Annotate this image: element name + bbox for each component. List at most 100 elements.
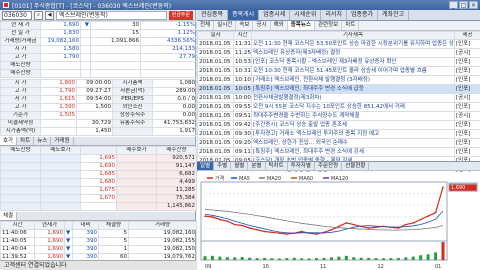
orderbook-row[interactable]: 1,680 4,499 xyxy=(0,178,197,187)
info-value: 09:27:27 xyxy=(76,87,113,96)
orderbook-cell xyxy=(116,186,157,195)
info-label: 저 가 xyxy=(0,95,41,104)
subtab-news-5[interactable]: 종목뉴스 xyxy=(287,21,315,30)
price-point xyxy=(286,233,288,235)
news-row[interactable]: 2018.01.05 11:31 오전 11:30 현재 코스닥은 53.50포인트… xyxy=(197,39,480,49)
price-point xyxy=(338,225,340,228)
orderbook-cell xyxy=(0,170,41,179)
orderbook-cell: 11,285 xyxy=(156,186,197,195)
news-title: [거래소] 엑스브레인, 전환사채 발행결정 (3자배정) xyxy=(251,75,455,85)
tab-chart-1[interactable]: 주별 xyxy=(214,162,232,170)
news-row[interactable]: 2018.01.05 10:00 전환사채권발행결정(제3회차) [공시] xyxy=(197,93,480,103)
quote-value xyxy=(80,61,91,70)
close-button[interactable]: × xyxy=(469,1,478,9)
subtab-news-7[interactable]: 차트 xyxy=(342,21,360,30)
trade-cell: 1,690 xyxy=(34,229,65,238)
subtab-news-1[interactable]: 실시간 xyxy=(214,21,237,30)
tab-orderbook-1[interactable]: 차트 xyxy=(17,137,35,145)
news-header: 일자 xyxy=(197,31,234,40)
info-row: 기준가 1,505 상장주식수 0.00 xyxy=(0,111,197,120)
news-title: [인포] 코스닥 종목시황 - 엑스브레인 제3자배정 유상증자 확인 xyxy=(251,57,455,67)
info-row: 저 가 1,615 09:54:00 PER/EPS 0.0 / 0 xyxy=(0,95,197,104)
price-point xyxy=(427,215,429,217)
info-value xyxy=(76,111,113,120)
tab-chart-7[interactable]: 선물현황 xyxy=(342,162,370,170)
info-label: PER/EPS xyxy=(112,95,153,104)
tab-right-0[interactable]: 관심종목 xyxy=(197,10,229,20)
quote-value: 4336.56% xyxy=(140,37,197,46)
news-row[interactable]: 2018.01.05 11:25 엑스브레인 유상증자(제3자배정) 결정 [공시] xyxy=(197,48,480,58)
subtab-news-2[interactable]: 속보 xyxy=(236,21,254,30)
news-row[interactable]: 2018.01.05 10:05 [특징주] 엑스브레인, 최대주주 변경 소식에 … xyxy=(197,84,480,94)
orderbook-row[interactable]: 1,685 6,682 xyxy=(0,170,197,179)
orderbook-row[interactable]: 1,145,862 xyxy=(0,202,197,211)
news-row[interactable]: 2018.01.05 09:11 [특징주] 엑스브레인, 최대주주 변경 소식에 … xyxy=(197,147,480,157)
orderbook-cell xyxy=(0,194,41,203)
news-row[interactable]: 2018.01.05 09:20 엑스브레인, 상한가 진입... 외국인 순매수[… xyxy=(197,138,480,148)
info-value: 1,800 xyxy=(40,79,77,88)
orderbook-row[interactable]: 1,675 11,285 xyxy=(0,186,197,195)
trade-row: 11:40:05 1,690 ▼ 390 5 19,082,155 xyxy=(0,237,197,246)
price-chart[interactable]: 가격MA5MA20MA60MA1202,1001,6900910111201 xyxy=(197,172,480,270)
info-row: 시가총액(억) 1,450 1,917 xyxy=(0,127,197,136)
info-value: 1,450 xyxy=(76,127,113,136)
info-value: 289.00 xyxy=(152,87,197,96)
info-value: 0.00 xyxy=(152,111,197,120)
subtab-news-3[interactable]: 공시 xyxy=(253,21,271,30)
window-titlebar: [0101] 주식종합[T] - [코스닥] - 036030 엑스브레인(변동… xyxy=(0,0,480,10)
orderbook-row[interactable]: 1,695 920,571 xyxy=(0,154,197,163)
maximize-button[interactable]: □ xyxy=(459,1,468,9)
news-row[interactable]: 2018.01.05 09:51 최대주주변경을 수반하는 주식양수도 계약체결 [공… xyxy=(197,111,480,121)
orderbook-row[interactable]: 1,670 75,384 xyxy=(0,194,197,203)
orderbook-row[interactable]: 1,690 91,147 xyxy=(0,162,197,171)
price-point xyxy=(412,222,415,224)
tab-orderbook-0[interactable]: 호가 xyxy=(0,137,18,145)
quote-row: 매도잔량 xyxy=(0,61,197,70)
subtab-news-4[interactable]: 해외 xyxy=(271,21,288,30)
news-row[interactable]: 2018.01.05 09:30 [투자경고] 거래소 엑스브레인 투자주의 종목 … xyxy=(197,129,480,139)
trade-cell: 390 xyxy=(72,229,99,238)
volume-bar xyxy=(277,258,281,260)
tab-orderbook-3[interactable]: 거래원 xyxy=(51,137,74,145)
prev-icon[interactable]: ◀ xyxy=(45,10,54,20)
tab-right-5[interactable]: 업종종가 xyxy=(347,10,379,20)
trade-cell: 1,690 xyxy=(34,245,65,254)
tab-right-6[interactable]: 계좌잔고 xyxy=(378,10,410,20)
trade-cell: 1,690 xyxy=(34,237,65,246)
info-value: 1,615 xyxy=(40,95,77,104)
news-row[interactable]: 2018.01.05 10:31 오전 10:30 현재 코스닥은 51.45포인트… xyxy=(197,66,480,76)
tab-chart-4[interactable]: 틱차트 xyxy=(266,162,288,170)
news-date: 2018.01.05 xyxy=(197,66,234,76)
news-row[interactable]: 2018.01.05 10:10 [거래소] 엑스브레인, 전환사채 발행결정 (3… xyxy=(197,75,480,85)
subtab-news-0[interactable]: 전체 xyxy=(197,21,215,30)
trade-cell: 11:40:05 xyxy=(0,237,35,246)
tab-trades[interactable]: 체결 xyxy=(0,212,18,220)
quote-value: 30 xyxy=(90,21,141,30)
orderbook-cell xyxy=(0,186,41,195)
tab-right-4[interactable]: 리서치 xyxy=(321,10,347,20)
news-row[interactable]: 2018.01.05 09:42 [주간증시] 코스닥 상승 출발 업종 혼조세 [인… xyxy=(197,120,480,130)
info-value: 30,729 xyxy=(76,119,113,128)
search-icon[interactable]: ⌕ xyxy=(34,10,43,20)
tab-chart-6[interactable]: 주문잔량 xyxy=(315,162,343,170)
tab-right-2[interactable]: 업종시세 xyxy=(259,10,291,20)
stock-code-input[interactable]: 036030 xyxy=(2,10,32,20)
tab-chart-2[interactable]: 월별 xyxy=(231,162,249,170)
tab-chart-0[interactable]: 일별 xyxy=(197,162,215,170)
news-row[interactable]: 2018.01.05 09:55 오전 9시 55분 코스닥 지수는 10포인트 상… xyxy=(197,102,480,112)
tab-right-1[interactable]: 종목게시 xyxy=(228,10,260,20)
tab-chart-3[interactable]: 분별 xyxy=(248,162,266,170)
trade-cell: 19,082,155 xyxy=(128,237,197,246)
cash-order-button[interactable]: 현금주문 xyxy=(168,10,193,20)
tab-right-3[interactable]: 시세순위 xyxy=(290,10,322,20)
tab-chart-5[interactable]: 투자자별 xyxy=(288,162,315,170)
news-row[interactable]: 2018.01.05 10:53 [인포] 코스닥 종목시황 - 엑스브레인 제3자… xyxy=(197,57,480,67)
trade-cell: 11:40:04 xyxy=(0,245,35,254)
price-point xyxy=(360,225,362,228)
tab-orderbook-2[interactable]: 뉴스 xyxy=(34,137,52,145)
quote-row: 시 가 1,580 214,133 xyxy=(0,45,197,54)
quote-row: 현 재 가 1,690 ▼ 30 -1.15% xyxy=(0,21,197,30)
trade-row: 11:40:04 1,690 ▼ 390 1 19,082,150 xyxy=(0,245,197,254)
subtab-news-6[interactable]: 관련정보 xyxy=(315,21,343,30)
minimize-button[interactable]: _ xyxy=(449,1,458,9)
